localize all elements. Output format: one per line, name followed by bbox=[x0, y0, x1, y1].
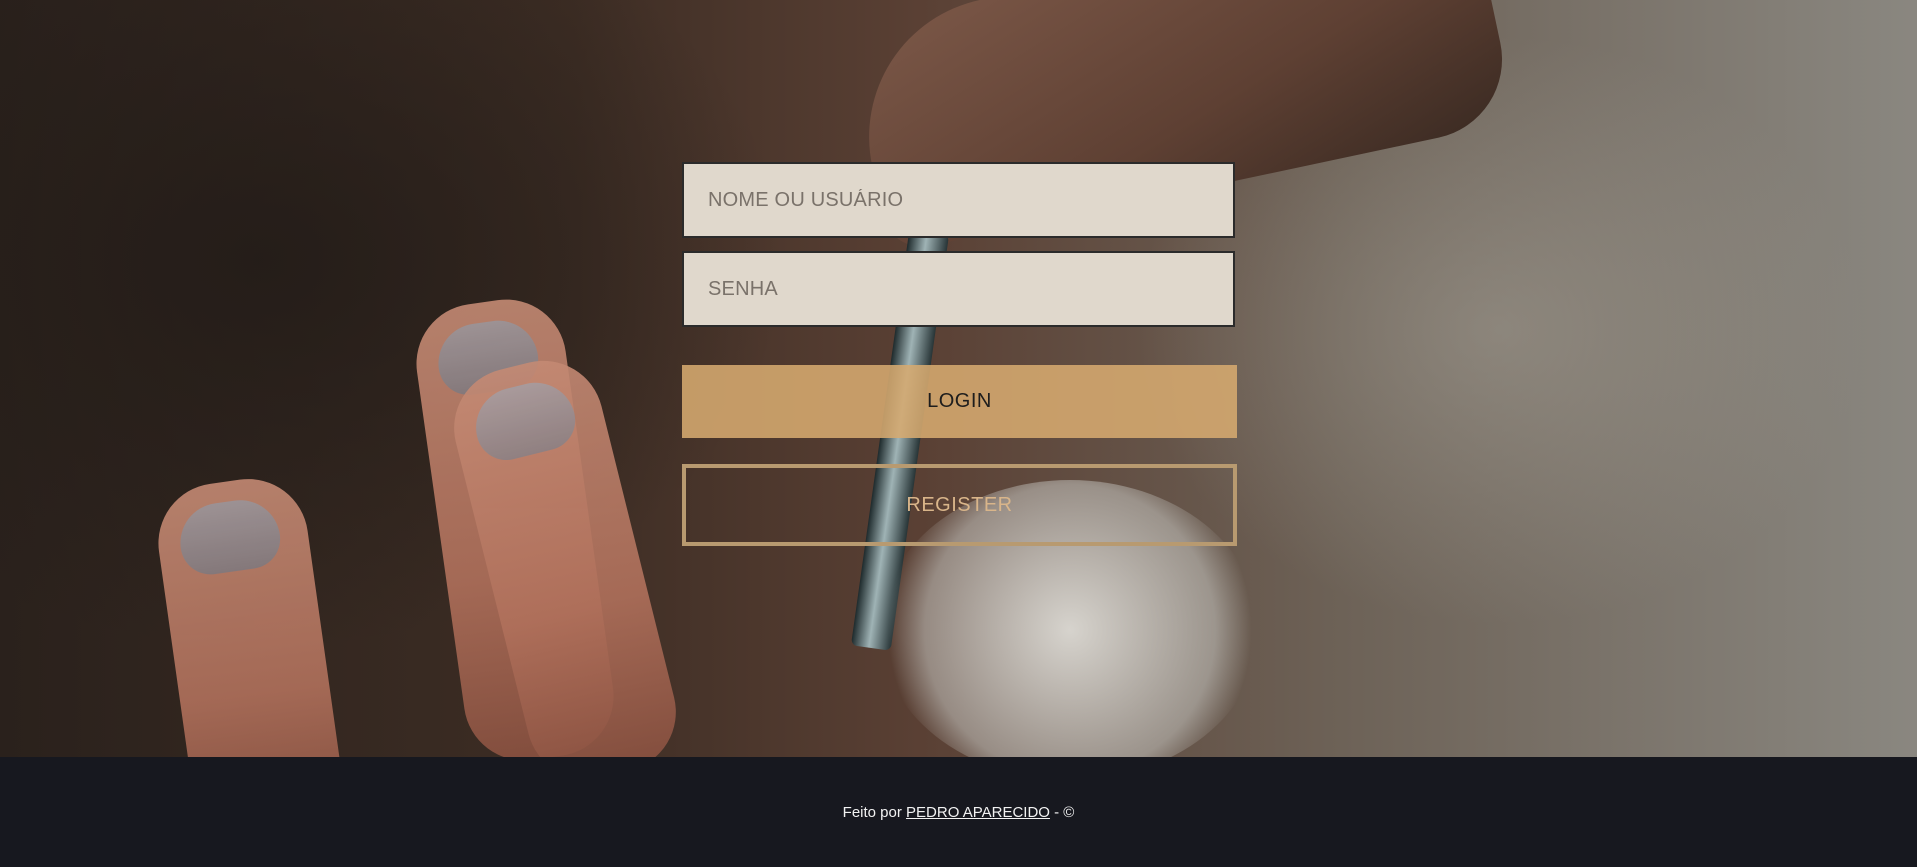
footer: Feito por PEDRO APARECIDO - © bbox=[0, 757, 1917, 867]
finger-shape bbox=[150, 471, 350, 757]
author-link[interactable]: PEDRO APARECIDO bbox=[906, 804, 1050, 821]
register-button[interactable]: REGISTER bbox=[682, 464, 1237, 546]
login-button[interactable]: LOGIN bbox=[682, 365, 1237, 438]
login-form: LOGIN REGISTER bbox=[682, 162, 1237, 546]
footer-suffix: - © bbox=[1049, 803, 1075, 821]
footer-prefix: Feito por bbox=[842, 803, 907, 821]
username-input[interactable] bbox=[682, 162, 1235, 238]
login-page: LOGIN REGISTER Feito por PEDRO APARECIDO… bbox=[0, 0, 1917, 867]
password-input[interactable] bbox=[682, 251, 1235, 327]
